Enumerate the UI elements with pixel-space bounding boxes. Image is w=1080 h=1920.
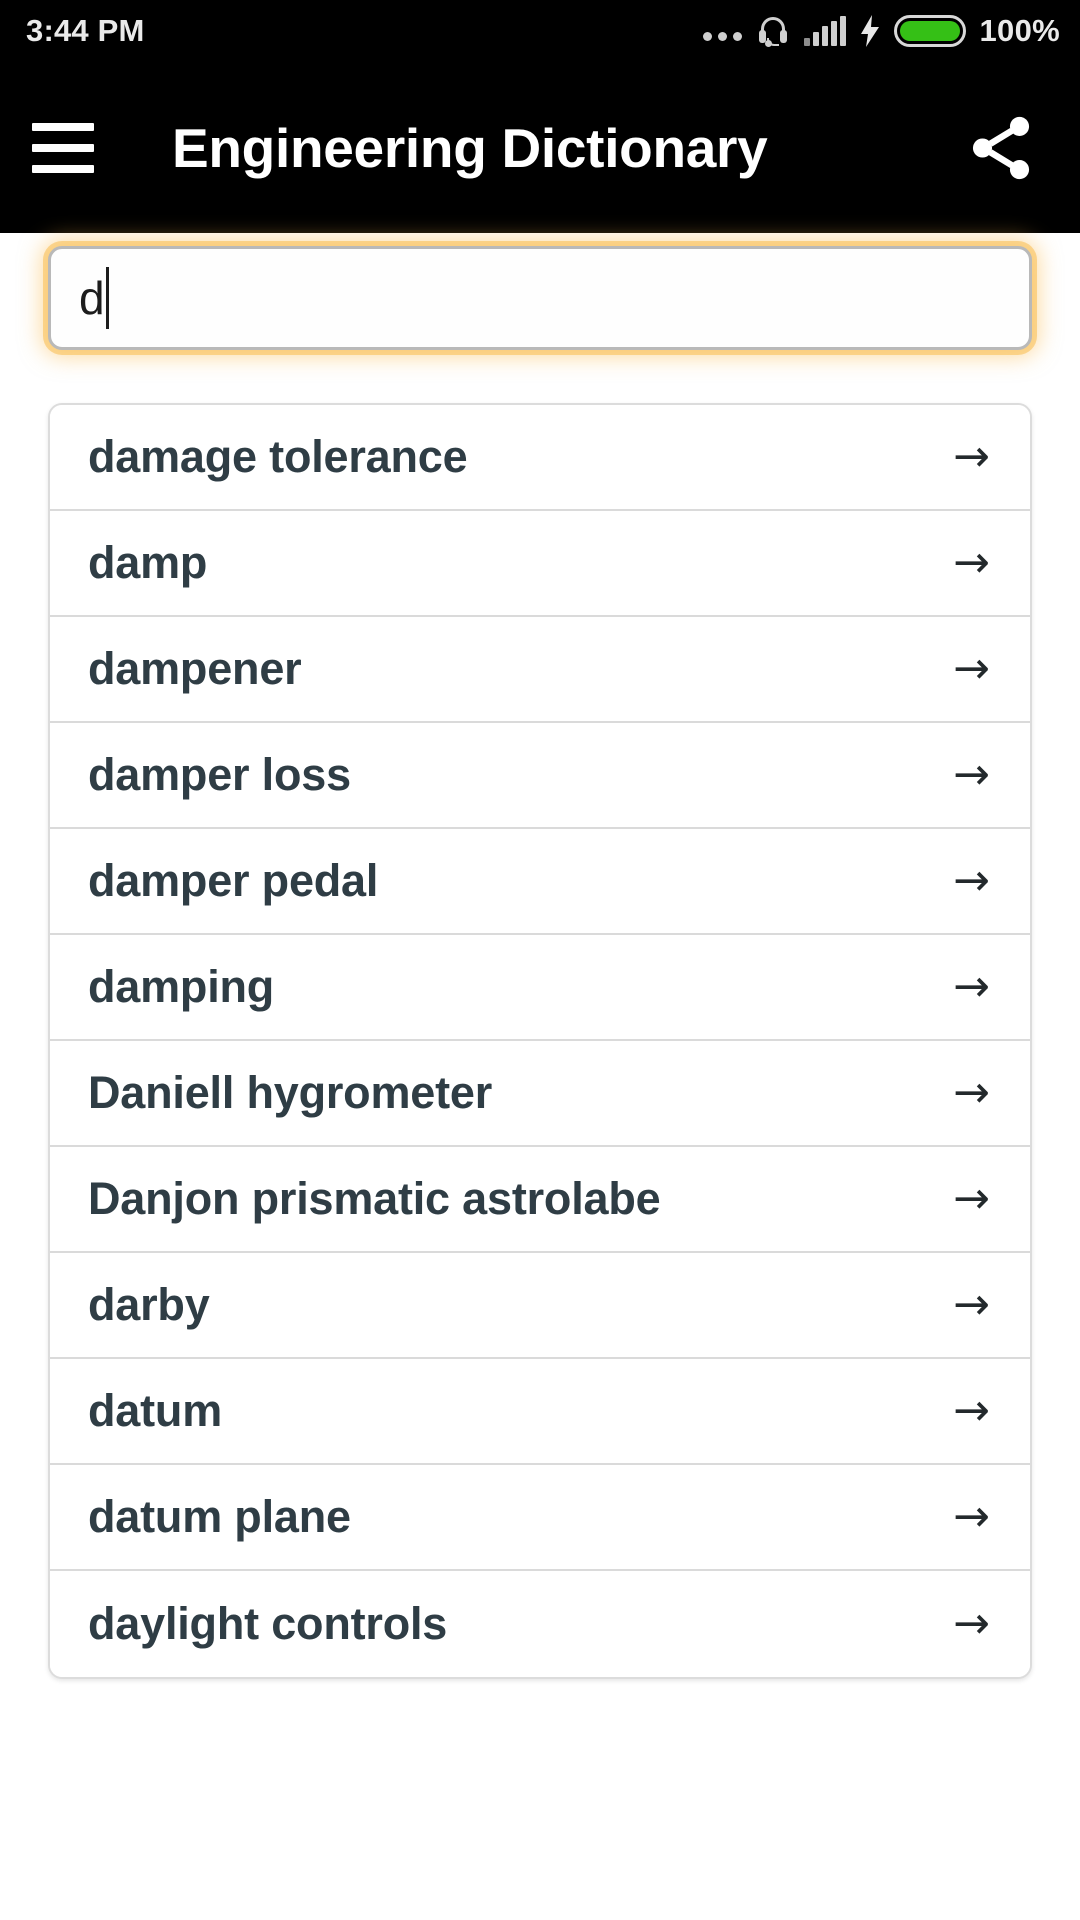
list-item[interactable]: Danjon prismatic astrolabe → [50, 1147, 1030, 1253]
arrow-right-icon[interactable]: → [953, 1177, 990, 1221]
battery-icon [893, 15, 966, 47]
list-item-label: datum plane [88, 1491, 351, 1542]
search-bar-container: d [0, 233, 1080, 363]
arrow-right-icon[interactable]: → [953, 541, 990, 585]
list-item[interactable]: damper pedal → [50, 829, 1030, 935]
app-bar: Engineering Dictionary [0, 62, 1080, 233]
hamburger-menu-icon[interactable] [32, 122, 128, 173]
more-dots-icon [702, 16, 742, 46]
list-item-label: damper pedal [88, 855, 379, 906]
arrow-right-icon[interactable]: → [953, 1071, 990, 1115]
arrow-right-icon[interactable]: → [953, 859, 990, 903]
text-caret [105, 267, 109, 329]
list-item[interactable]: daylight controls → [50, 1571, 1030, 1677]
arrow-right-icon[interactable]: → [953, 965, 990, 1009]
headset-icon [756, 16, 790, 47]
list-item-label: darby [88, 1279, 210, 1330]
arrow-right-icon[interactable]: → [953, 1283, 990, 1327]
list-item[interactable]: damping → [50, 935, 1030, 1041]
list-item-label: Danjon prismatic astrolabe [88, 1173, 661, 1224]
arrow-right-icon[interactable]: → [953, 435, 990, 479]
list-item[interactable]: damp → [50, 511, 1030, 617]
search-results-list: damage tolerance → damp → dampener → damper lo… [48, 403, 1032, 1679]
list-item[interactable]: datum → [50, 1359, 1030, 1465]
arrow-right-icon[interactable]: → [953, 1389, 990, 1433]
list-item-label: daylight controls [88, 1598, 448, 1649]
charging-bolt-icon [860, 15, 880, 47]
signal-bars-icon [803, 16, 846, 46]
list-item-label: damage tolerance [88, 431, 468, 482]
list-item-label: datum [88, 1385, 223, 1436]
list-item[interactable]: dampener → [50, 617, 1030, 723]
search-input[interactable]: d [48, 246, 1032, 350]
list-item[interactable]: damper loss → [50, 723, 1030, 829]
battery-percent-label: 100% [979, 13, 1060, 48]
arrow-right-icon[interactable]: → [953, 753, 990, 797]
list-item[interactable]: datum plane → [50, 1465, 1030, 1571]
status-time: 3:44 PM [26, 13, 145, 48]
arrow-right-icon[interactable]: → [953, 1602, 990, 1646]
page-title: Engineering Dictionary [172, 116, 768, 179]
arrow-right-icon[interactable]: → [953, 647, 990, 691]
arrow-right-icon[interactable]: → [953, 1495, 990, 1539]
list-item-label: damp [88, 537, 208, 588]
list-item-label: dampener [88, 643, 302, 694]
list-item-label: Daniell hygrometer [88, 1067, 493, 1118]
list-item[interactable]: damage tolerance → [50, 405, 1030, 511]
list-item-label: damper loss [88, 749, 351, 800]
list-item[interactable]: Daniell hygrometer → [50, 1041, 1030, 1147]
list-item-label: damping [88, 961, 275, 1012]
list-item[interactable]: darby → [50, 1253, 1030, 1359]
share-icon[interactable] [958, 105, 1044, 191]
search-input-value: d [79, 272, 105, 324]
status-icons: 100% [702, 13, 1061, 49]
status-bar: 3:44 PM 100% [0, 0, 1080, 62]
